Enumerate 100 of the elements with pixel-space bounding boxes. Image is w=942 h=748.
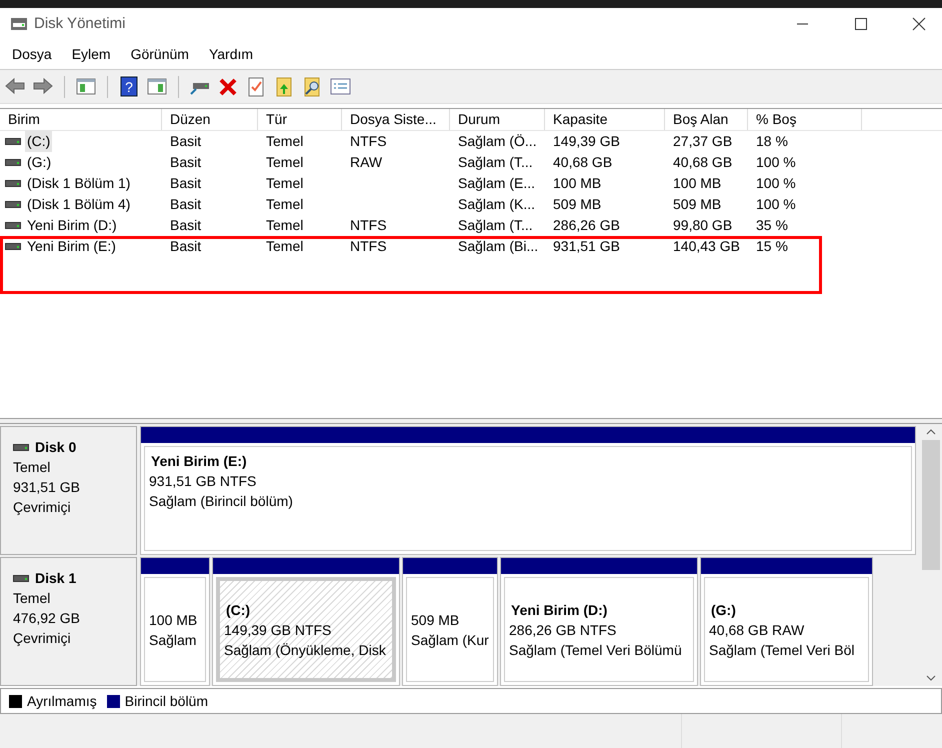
table-cell-text: 40,68 GB	[673, 153, 732, 172]
column-header[interactable]: Düzen	[162, 109, 258, 130]
disk-name: Disk 1	[35, 569, 76, 588]
table-cell-text: Basit	[170, 216, 202, 235]
table-cell-text: Temel	[266, 195, 304, 214]
table-cell-text: Sağlam (E...	[458, 174, 536, 193]
table-cell-text: Temel	[266, 174, 304, 193]
partition-status: Sağlam (Temel Veri Böl	[709, 640, 855, 660]
drive-icon	[5, 178, 21, 189]
legend-label: Ayrılmamış	[27, 692, 97, 711]
table-cell-text: 100 MB	[673, 174, 722, 193]
disk-management-icon	[10, 17, 28, 31]
table-cell-text: Sağlam (Ö...	[458, 132, 537, 151]
partition-block[interactable]: (G:) 40,68 GB RAW Sağlam (Temel Veri Böl	[700, 557, 873, 686]
volume-name[interactable]: (Disk 1 Bölüm 1)	[25, 173, 132, 194]
partition-block[interactable]: 509 MB Sağlam (Kur	[402, 557, 498, 686]
table-cell-text: RAW	[350, 153, 382, 172]
partition-label: (G:)	[710, 600, 736, 620]
table-cell-text: 509 MB	[553, 195, 602, 214]
volume-name[interactable]: (G:)	[25, 152, 54, 173]
table-cell-text: 40,68 GB	[553, 153, 612, 172]
partition-status: Sağlam (Kur	[411, 630, 489, 650]
table-cell-text: Sağlam (K...	[458, 195, 536, 214]
window-pane-icon[interactable]	[146, 76, 168, 98]
drive-icon	[13, 442, 29, 452]
drive-icon	[5, 220, 21, 231]
volume-name[interactable]: Yeni Birim (E:)	[25, 236, 118, 257]
partition-block[interactable]: (C:) 149,39 GB NTFS Sağlam (Önyükleme, Disk	[212, 557, 400, 686]
column-header[interactable]: Kapasite	[545, 109, 665, 130]
partition-block[interactable]: 100 MB Sağlam	[140, 557, 210, 686]
drive-icon	[5, 136, 21, 147]
menu-item[interactable]: Eylem	[72, 44, 111, 65]
menu-item[interactable]: Yardım	[208, 44, 254, 65]
partition-status: Sağlam	[149, 630, 196, 650]
table-cell-text: Basit	[170, 195, 202, 214]
partition-size: 149,39 GB NTFS	[224, 620, 332, 640]
drive-icon	[5, 199, 21, 210]
table-cell-text: 286,26 GB	[553, 216, 620, 235]
partition-size: 509 MB	[411, 610, 460, 630]
table-cell-text: 100 %	[756, 195, 796, 214]
table-cell-text: Temel	[266, 237, 304, 256]
table-cell-text: 18 %	[756, 132, 788, 151]
window-title: Disk Yönetimi	[34, 14, 126, 34]
table-cell-text: 509 MB	[673, 195, 722, 214]
menu-item[interactable]: Dosya	[12, 44, 52, 65]
menu-item[interactable]: Görünüm	[130, 44, 189, 65]
disk-status: Çevrimiçi	[13, 629, 72, 648]
disk-size: 931,51 GB	[13, 478, 81, 497]
volume-name[interactable]: Yeni Birim (D:)	[25, 215, 119, 236]
table-cell-text: 149,39 GB	[553, 132, 620, 151]
table-cell-text: 15 %	[756, 237, 788, 256]
partition-block[interactable]: Yeni Birim (D:) 286,26 GB NTFS Sağlam (Temel Veri Bölümü	[500, 557, 698, 686]
partition-label: Yeni Birim (D:)	[510, 600, 608, 620]
disk-type: Temel	[13, 589, 52, 608]
help-icon[interactable]: ?	[118, 76, 140, 98]
partition-label: (C:)	[225, 600, 250, 620]
table-cell-text: 140,43 GB	[673, 237, 740, 256]
table-cell-text: Temel	[266, 153, 304, 172]
column-header[interactable]: Dosya Siste...	[342, 109, 450, 130]
table-cell-text: NTFS	[350, 216, 387, 235]
table-cell-text: 35 %	[756, 216, 788, 235]
table-cell-text: 100 %	[756, 174, 796, 193]
window-pane-icon[interactable]	[75, 76, 97, 98]
table-cell-text: Basit	[170, 132, 202, 151]
partition-size: 100 MB	[149, 610, 198, 630]
column-header[interactable]: Tür	[258, 109, 342, 130]
partition-size: 40,68 GB RAW	[709, 620, 804, 640]
table-cell-text: 27,37 GB	[673, 132, 732, 151]
table-cell-text: Temel	[266, 132, 304, 151]
table-cell-text: 100 MB	[553, 174, 602, 193]
table-cell-text: NTFS	[350, 132, 387, 151]
table-cell-text: Basit	[170, 153, 202, 172]
table-cell-text: 99,80 GB	[673, 216, 732, 235]
partition-header-bar	[141, 558, 209, 574]
column-header[interactable]: % Boş	[748, 109, 862, 130]
partition-size: 286,26 GB NTFS	[509, 620, 616, 640]
volume-name[interactable]: (Disk 1 Bölüm 4)	[25, 194, 132, 215]
table-cell-text: Basit	[170, 237, 202, 256]
table-cell-text: Sağlam (T...	[458, 216, 533, 235]
list-window-icon[interactable]	[329, 76, 351, 98]
drive-icon	[5, 157, 21, 168]
column-header[interactable]: Birim	[0, 109, 162, 130]
disk-type: Temel	[13, 458, 52, 477]
partition-status: Sağlam (Önyükleme, Disk	[224, 640, 386, 660]
partition-block[interactable]: Yeni Birim (E:) 931,51 GB NTFS Sağlam (Birincil bölüm)	[140, 426, 916, 555]
volume-name[interactable]: (C:)	[25, 131, 52, 152]
partition-label: Yeni Birim (E:)	[150, 452, 247, 471]
column-header[interactable]: Durum	[450, 109, 545, 130]
table-cell-text: Sağlam (Bi...	[458, 237, 538, 256]
delete-icon[interactable]	[217, 76, 239, 98]
column-header[interactable]: Boş Alan	[665, 109, 748, 130]
table-cell-text: Sağlam (T...	[458, 153, 533, 172]
legend-label: Birincil bölüm	[124, 692, 208, 710]
disk-status: Çevrimiçi	[13, 498, 72, 517]
disk-size: 476,92 GB	[13, 609, 81, 628]
table-cell-text: 100 %	[756, 153, 796, 172]
table-cell-text: Temel	[266, 216, 304, 235]
partition-status: Sağlam (Birincil bölüm)	[149, 492, 293, 511]
table-cell-text: Basit	[170, 174, 202, 193]
disk-name: Disk 0	[35, 438, 76, 457]
